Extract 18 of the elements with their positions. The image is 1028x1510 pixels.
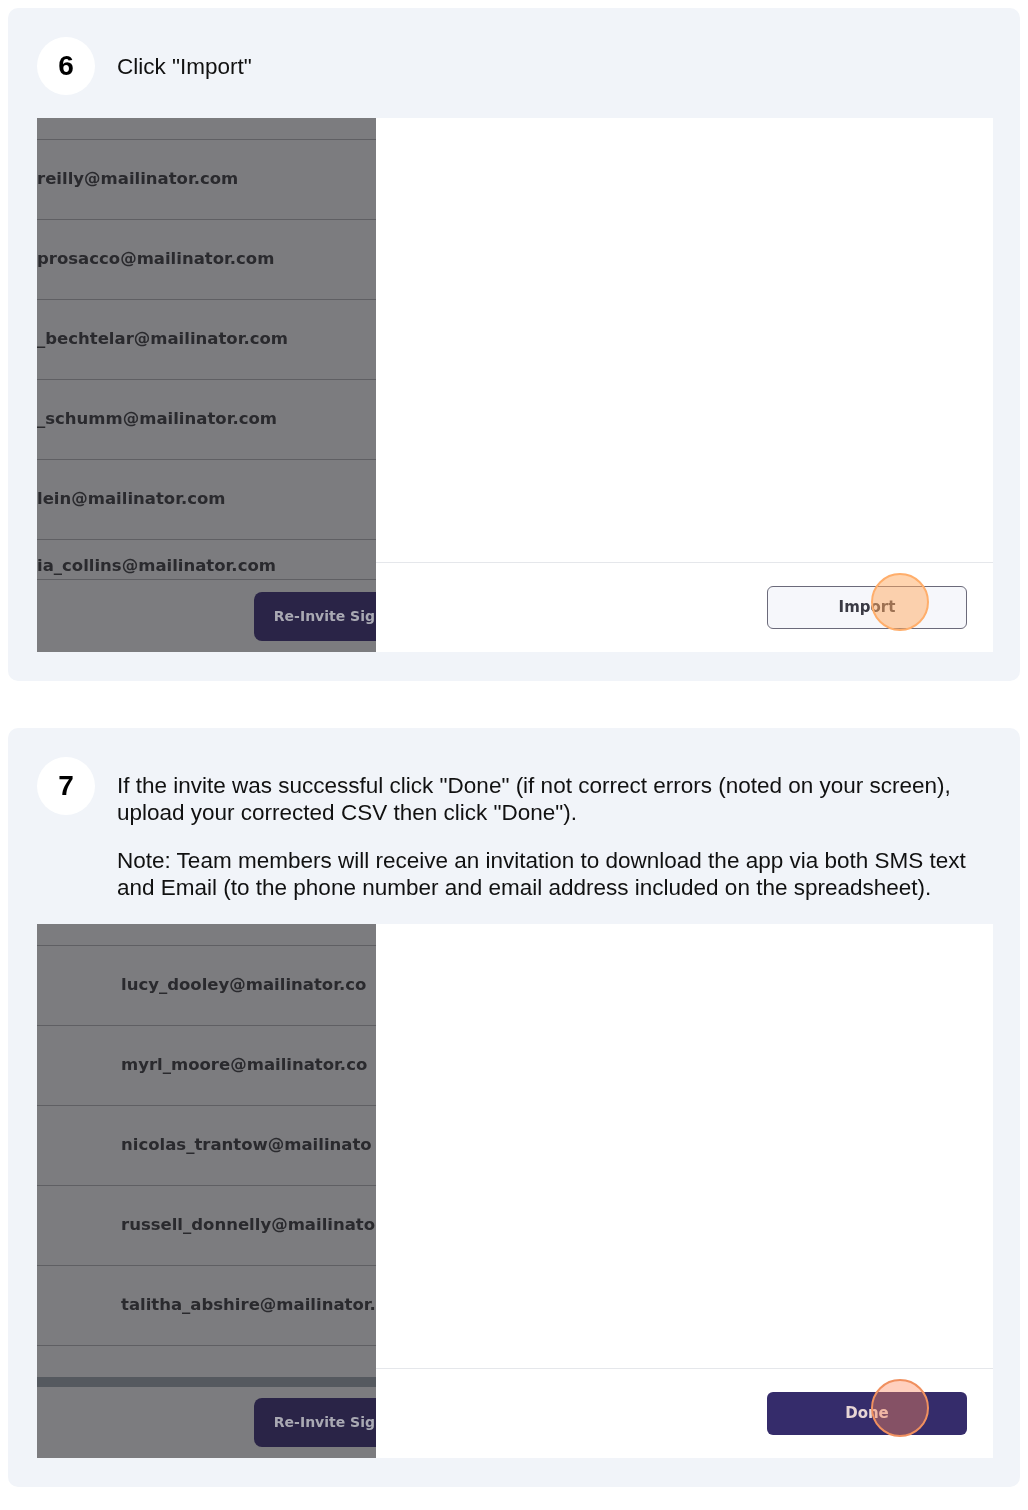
email-text: lein@mailinator.com xyxy=(37,488,226,511)
email-text: prosacco@mailinator.com xyxy=(37,248,275,271)
email-text: russell_donnelly@mailinato xyxy=(121,1214,376,1237)
reinvite-button[interactable]: Re-Invite Sig xyxy=(253,1398,376,1447)
instruction-text: If the invite was successful click "Done" (if not correct errors (noted on your screen), upload your corrected CSV then click "Done"). xyxy=(117,773,952,826)
email-text: _bechtelar@mailinator.com xyxy=(37,328,289,351)
email-text: ia_collins@mailinator.com xyxy=(37,555,276,578)
step-number: 6 xyxy=(37,37,95,95)
instruction-text: Note: Team members will receive an invitation to download the app via both SMS text and Email (to the phone number and email address included on the spreadsheet). xyxy=(117,848,967,901)
step-number: 7 xyxy=(37,757,95,815)
reinvite-button[interactable]: Re-Invite Sig xyxy=(253,592,376,641)
email-text: talitha_abshire@mailinator. xyxy=(121,1294,376,1317)
email-text: lucy_dooley@mailinator.co xyxy=(121,974,367,997)
instruction-text: Click "Import" xyxy=(117,54,252,81)
email-text: myrl_moore@mailinator.co xyxy=(121,1054,368,1077)
email-text: nicolas_trantow@mailinato xyxy=(121,1134,372,1157)
email-text: _schumm@mailinator.com xyxy=(37,408,277,431)
email-text: reilly@mailinator.com xyxy=(37,168,239,191)
